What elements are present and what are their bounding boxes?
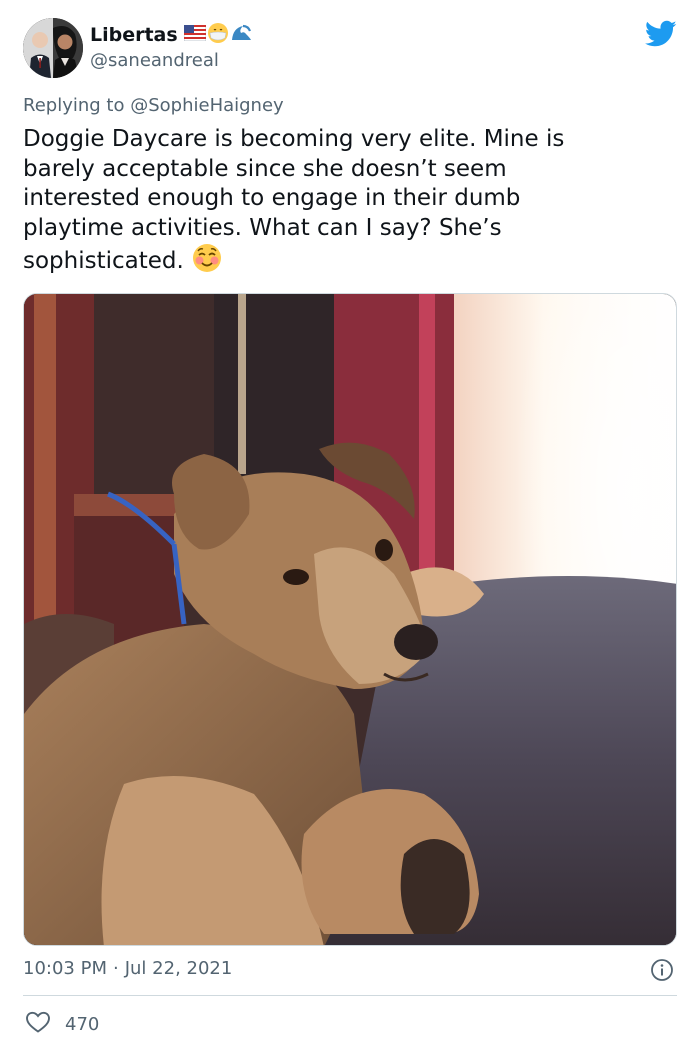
author-name-row[interactable]: Libertas [90, 22, 252, 48]
wave-icon [230, 22, 252, 48]
tweet-time: 10:03 PM [23, 958, 107, 979]
tweet-photo-dog[interactable] [23, 293, 677, 946]
tweet-text-line: barely acceptable since she doesn’t seem [23, 155, 507, 182]
tweet-text: Doggie Daycare is becoming very elite. M… [23, 125, 673, 282]
info-icon[interactable] [650, 958, 674, 982]
name-emojis [183, 22, 252, 48]
divider [23, 995, 677, 996]
tweet-text-line: sophisticated. [23, 248, 184, 274]
mask-face-icon [207, 22, 229, 48]
us-flag-icon [183, 24, 207, 45]
heart-icon[interactable] [25, 1010, 51, 1039]
timestamp-separator: · [112, 958, 119, 979]
tweet-date: Jul 22, 2021 [124, 958, 233, 979]
tweet-text-line: interested enough to engage in their dum… [23, 185, 521, 211]
tweet-timestamp-link[interactable]: 10:03 PM · Jul 22, 2021 [23, 958, 232, 979]
avatar[interactable] [23, 18, 83, 78]
replying-to: Replying to @SophieHaigney [23, 95, 284, 116]
reply-mention-link[interactable]: @SophieHaigney [130, 95, 283, 116]
tweet-text-line-last: sophisticated. [23, 243, 673, 282]
replying-to-prefix: Replying to [23, 95, 125, 116]
author-handle[interactable]: @saneandreal [90, 50, 219, 71]
tweet-text-line: Doggie Daycare is becoming very elite. M… [23, 126, 565, 152]
like-count: 470 [65, 1014, 100, 1035]
tweet-text-line: playtime activities. What can I say? She… [23, 214, 502, 241]
like-button[interactable]: 470 [25, 1010, 99, 1039]
twitter-bird-icon[interactable] [644, 20, 677, 48]
tweet-card: Libertas @saneandreal Replying to @Sophi… [0, 0, 700, 1049]
smiling-blush-face-icon [192, 243, 222, 282]
author-display-name[interactable]: Libertas [90, 24, 178, 46]
